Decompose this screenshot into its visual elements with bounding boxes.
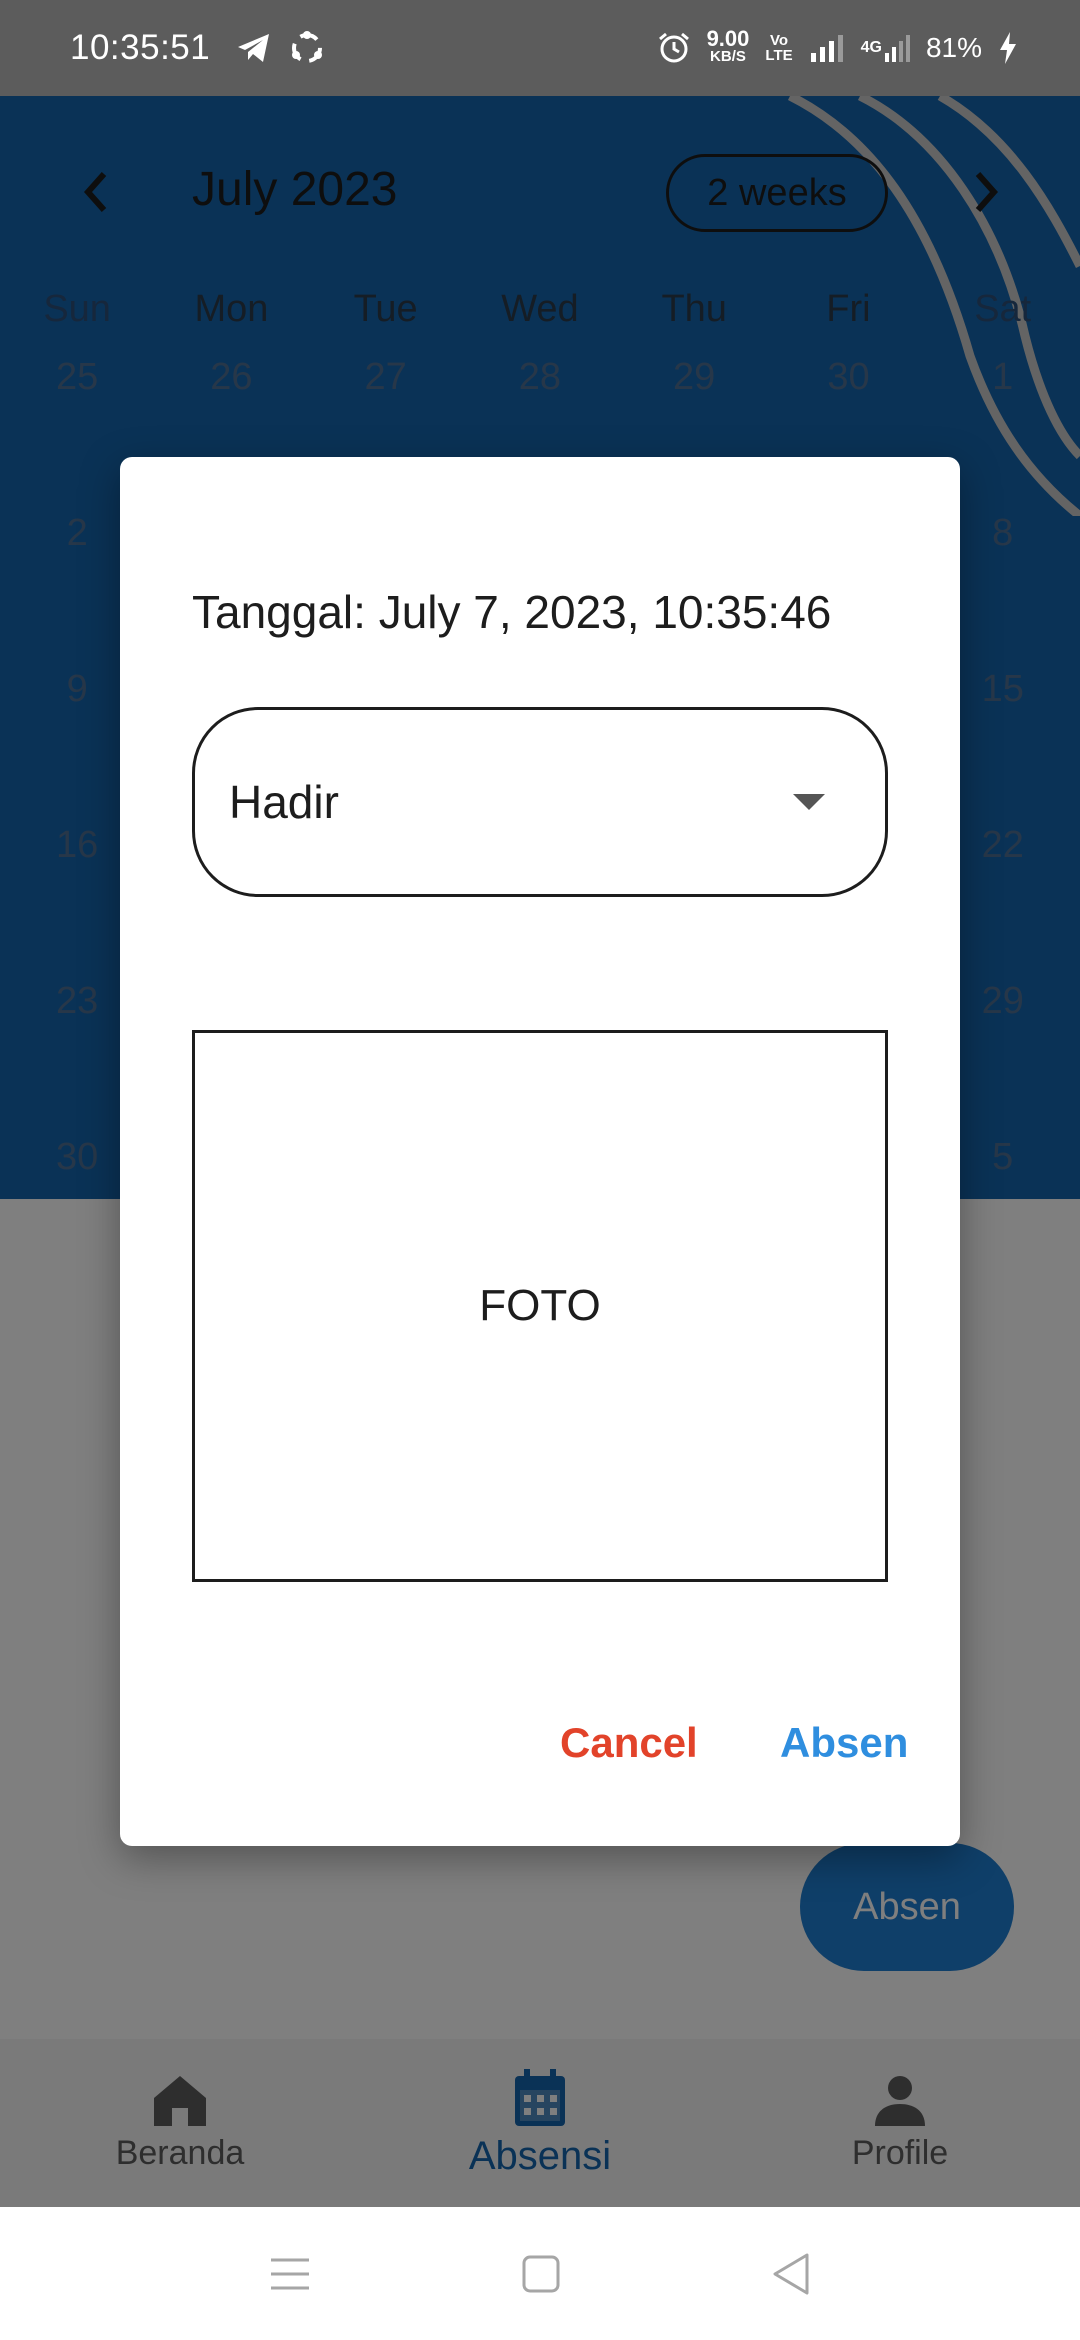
- signal-icon: [810, 35, 843, 62]
- home-square-icon[interactable]: [521, 2254, 561, 2294]
- dropdown-arrow-icon: [793, 794, 825, 810]
- signal-icon-2: [884, 35, 910, 62]
- network-speed: 9.00 KB/S: [706, 26, 750, 66]
- status-bar: 10:35:51 9.00 KB/S Vo LTE 4G 81%: [0, 0, 1080, 96]
- system-navigation-bar: [0, 2207, 1080, 2340]
- telegram-icon: [238, 34, 270, 62]
- photo-placeholder-label: FOTO: [479, 1281, 601, 1330]
- dialog-date-label: Tanggal: July 7, 2023, 10:35:46: [192, 586, 832, 638]
- alarm-icon: [658, 32, 689, 63]
- attendance-status-dropdown[interactable]: Hadir: [192, 707, 888, 897]
- battery-percentage: 81%: [925, 32, 982, 63]
- back-icon[interactable]: [771, 2252, 811, 2296]
- absen-submit-button[interactable]: Absen: [780, 1719, 908, 1767]
- signal-4g: 4G: [861, 33, 910, 63]
- dropdown-selected-value: Hadir: [229, 776, 339, 828]
- battery-charging-icon: [1000, 32, 1016, 64]
- sync-icon: [292, 31, 323, 63]
- volte-indicator: Vo LTE: [765, 32, 793, 64]
- cancel-button[interactable]: Cancel: [560, 1719, 698, 1767]
- attendance-dialog: Tanggal: July 7, 2023, 10:35:46 Hadir FO…: [120, 457, 960, 1846]
- menu-icon[interactable]: [269, 2256, 311, 2292]
- status-time: 10:35:51: [70, 28, 211, 67]
- photo-capture-box[interactable]: FOTO: [192, 1030, 888, 1582]
